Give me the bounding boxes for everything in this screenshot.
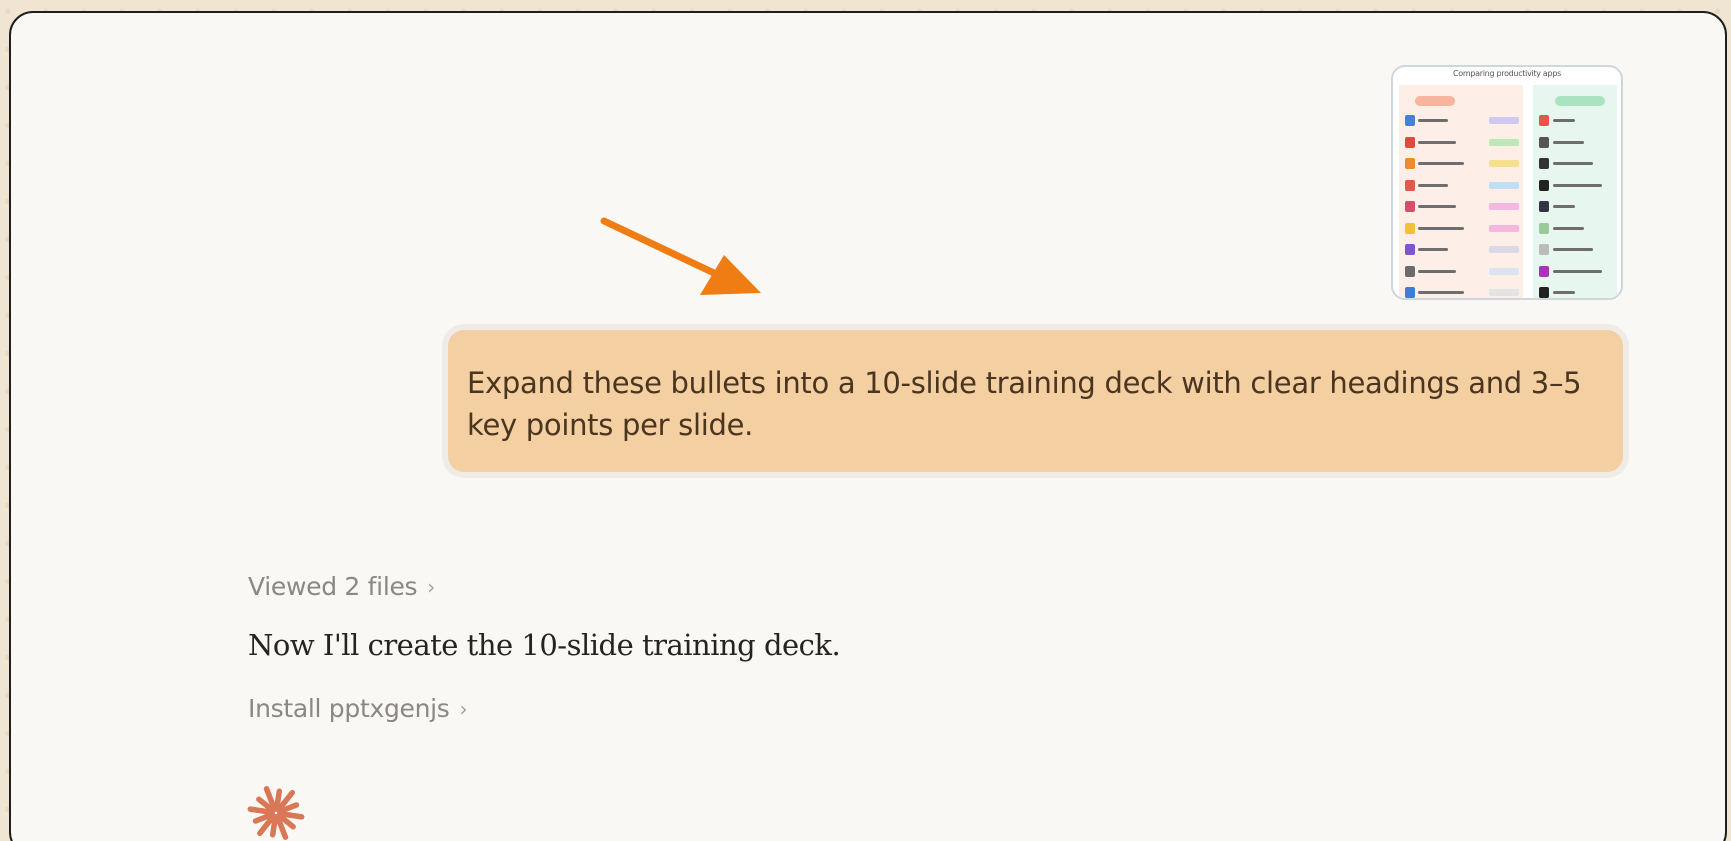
row-text-line xyxy=(1553,205,1575,208)
app-logo-icon xyxy=(1405,115,1415,126)
attachment-thumbnail[interactable]: Comparing productivity apps xyxy=(1391,65,1623,300)
app-logo-icon xyxy=(1405,179,1415,191)
thumbnail-row xyxy=(1405,244,1617,256)
app-logo-icon xyxy=(1539,179,1549,191)
thumbnail-row xyxy=(1405,265,1617,278)
row-text-line xyxy=(1553,183,1602,187)
row-text-line xyxy=(1418,183,1448,187)
row-tag xyxy=(1489,160,1519,167)
app-logo-icon xyxy=(1405,136,1415,148)
app-logo-icon xyxy=(1539,136,1549,148)
row-text-line xyxy=(1418,205,1456,208)
chevron-right-icon: › xyxy=(459,697,468,721)
chat-window: Comparing productivity apps Expand these… xyxy=(9,11,1727,841)
app-logo-icon xyxy=(1405,222,1415,234)
app-logo-icon xyxy=(1405,287,1415,298)
assistant-message: Now I'll create the 10-slide training de… xyxy=(248,628,841,662)
chevron-right-icon: › xyxy=(427,575,435,599)
app-logo-icon xyxy=(1539,201,1549,212)
row-text-line xyxy=(1553,119,1575,122)
thumbnail-right-header xyxy=(1555,96,1605,106)
row-text-line xyxy=(1553,162,1593,165)
viewed-files-label: Viewed 2 files xyxy=(248,572,418,601)
thumbnail-title: Comparing productivity apps xyxy=(1453,69,1561,78)
thumbnail-row xyxy=(1405,287,1617,298)
row-text-line xyxy=(1418,119,1448,122)
row-text-line xyxy=(1418,162,1464,165)
app-logo-icon xyxy=(1539,158,1549,169)
thumbnail-row xyxy=(1405,222,1617,235)
install-step[interactable]: Install pptxgenjs › xyxy=(248,694,468,723)
row-tag xyxy=(1489,138,1519,146)
thumbnail-row xyxy=(1405,179,1617,192)
row-text-line xyxy=(1553,269,1602,273)
user-message-text: Expand these bullets into a 10-slide tra… xyxy=(467,366,1582,442)
thumbnail-row xyxy=(1405,136,1617,149)
row-text-line xyxy=(1418,291,1464,294)
row-text-line xyxy=(1553,291,1575,294)
app-logo-icon xyxy=(1539,265,1549,277)
row-text-line xyxy=(1418,248,1448,251)
loading-starburst-icon xyxy=(247,786,305,840)
row-tag xyxy=(1489,203,1519,210)
app-logo-icon xyxy=(1539,222,1549,234)
row-text-line xyxy=(1418,226,1464,230)
app-logo-icon xyxy=(1405,201,1415,212)
row-tag xyxy=(1489,117,1519,124)
row-text-line xyxy=(1418,269,1456,273)
app-logo-icon xyxy=(1539,244,1549,255)
row-text-line xyxy=(1553,226,1584,230)
app-logo-icon xyxy=(1405,244,1415,255)
user-message-bubble: Expand these bullets into a 10-slide tra… xyxy=(448,330,1623,472)
app-logo-icon xyxy=(1539,287,1549,298)
thumbnail-row xyxy=(1405,201,1617,213)
annotation-arrow-icon xyxy=(600,217,761,295)
row-text-line xyxy=(1553,248,1593,251)
thumbnail-row xyxy=(1405,158,1617,170)
row-tag xyxy=(1489,224,1519,232)
row-tag xyxy=(1489,246,1519,253)
row-text-line xyxy=(1418,140,1456,144)
app-logo-icon xyxy=(1539,115,1549,126)
install-step-label: Install pptxgenjs xyxy=(248,694,450,723)
row-text-line xyxy=(1553,140,1584,144)
app-logo-icon xyxy=(1405,158,1415,169)
app-logo-icon xyxy=(1405,265,1415,277)
thumbnail-row xyxy=(1405,115,1617,127)
thumbnail-left-header xyxy=(1415,96,1455,106)
row-tag xyxy=(1489,289,1519,296)
row-tag xyxy=(1489,181,1519,189)
row-tag xyxy=(1489,267,1519,275)
viewed-files-step[interactable]: Viewed 2 files › xyxy=(248,572,435,601)
